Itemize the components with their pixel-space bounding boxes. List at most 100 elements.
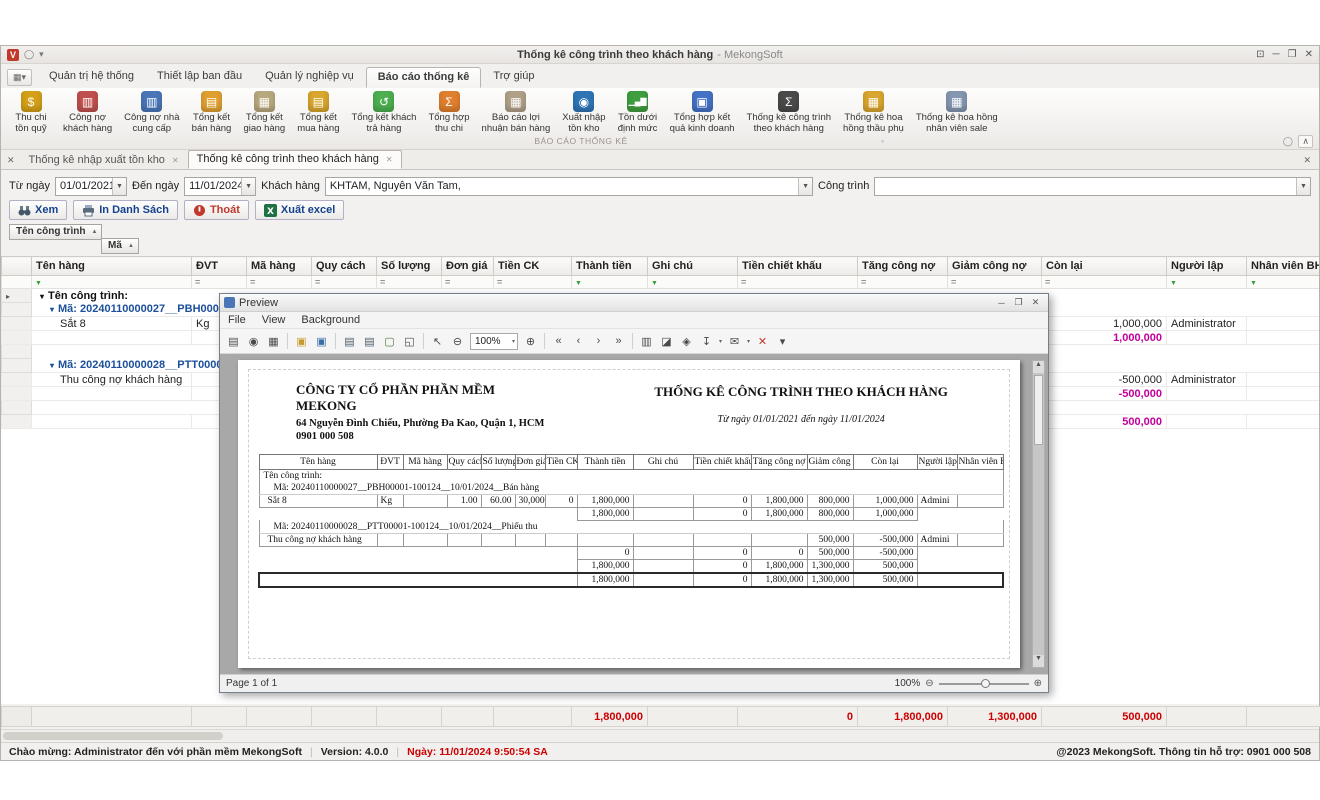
ribbon-button[interactable]: ↺Tổng kết khách trả hàng xyxy=(345,90,422,135)
project-select[interactable]: ▼ xyxy=(874,177,1311,196)
menu-tab[interactable]: Báo cáo thống kê xyxy=(366,67,482,88)
grid-filter-cell[interactable]: = xyxy=(1042,276,1167,289)
minimize-icon[interactable]: ─ xyxy=(1273,50,1280,60)
grid-column-header[interactable]: Quy cách xyxy=(312,257,377,276)
next-page-icon[interactable]: › xyxy=(589,332,608,351)
document-map-icon[interactable]: ▤ xyxy=(224,332,243,351)
close-all-tabs-icon[interactable]: ✕ xyxy=(5,155,21,169)
titlebar-circle-icon[interactable]: ◯ xyxy=(24,50,34,59)
print-icon[interactable]: ▤ xyxy=(340,332,359,351)
preview-close-icon[interactable]: ✕ xyxy=(1027,297,1044,308)
menu-tab[interactable]: Thiết lập ban đầu xyxy=(146,67,253,88)
grid-filter-cell[interactable]: = xyxy=(858,276,948,289)
preview-titlebar[interactable]: Preview ─ ❐ ✕ xyxy=(220,294,1048,312)
page-setup-icon[interactable]: ▢ xyxy=(380,332,399,351)
zoom-out-button[interactable]: ⊖ xyxy=(925,678,933,689)
close-icon[interactable]: ✕ xyxy=(1305,50,1313,60)
menu-tab[interactable]: Quản trị hệ thống xyxy=(38,67,145,88)
grid-filter-cell[interactable]: = xyxy=(377,276,442,289)
group-chip-code[interactable]: Mã▲ xyxy=(101,238,139,254)
ribbon-button[interactable]: ΣTổng hợp thu chi xyxy=(422,90,475,135)
group-expand-icon[interactable]: ▾ xyxy=(40,292,44,301)
preview-maximize-icon[interactable]: ❐ xyxy=(1010,297,1027,308)
from-date-input[interactable]: 01/01/2021▼ xyxy=(55,177,127,196)
quick-print-icon[interactable]: ▤ xyxy=(360,332,379,351)
zoom-in-icon[interactable]: ⊕ xyxy=(521,332,540,351)
menu-view[interactable]: View xyxy=(254,314,294,326)
group-chip-project[interactable]: Tên công trình▲ xyxy=(9,224,102,240)
prev-page-icon[interactable]: ‹ xyxy=(569,332,588,351)
grid-filter-cell[interactable]: ▼ xyxy=(1167,276,1247,289)
document-tab[interactable]: Thống kê nhập xuất tồn kho✕ xyxy=(21,152,187,169)
grid-column-header[interactable]: Ghi chú xyxy=(648,257,738,276)
chevron-down-icon[interactable]: ▼ xyxy=(241,178,255,195)
tab-close-icon[interactable]: ✕ xyxy=(172,156,179,165)
multi-page-icon[interactable]: ▥ xyxy=(637,332,656,351)
menu-tab[interactable]: Quản lý nghiệp vụ xyxy=(254,67,365,88)
maximize-icon[interactable]: ❐ xyxy=(1288,50,1297,60)
save-icon[interactable]: ▣ xyxy=(312,332,331,351)
watermark-icon[interactable]: ◈ xyxy=(677,332,696,351)
grid-column-header[interactable]: Tên hàng xyxy=(32,257,192,276)
scroll-down-icon[interactable]: ▼ xyxy=(1033,655,1044,667)
document-tab[interactable]: Thống kê công trình theo khách hàng✕ xyxy=(188,150,402,169)
chevron-down-icon[interactable]: ▾ xyxy=(745,338,752,345)
horizontal-scrollbar[interactable] xyxy=(1,729,1319,741)
group-expand-icon[interactable]: ▾ xyxy=(50,305,54,314)
grid-filter-cell[interactable]: = xyxy=(948,276,1042,289)
grid-filter-cell[interactable]: = xyxy=(247,276,312,289)
more-icon[interactable]: ▾ xyxy=(773,332,792,351)
ribbon-button[interactable]: ▥Công nợ nhà cung cấp xyxy=(118,90,185,135)
view-button[interactable]: Xem xyxy=(9,200,67,220)
group-expand-icon[interactable]: ▾ xyxy=(50,361,54,370)
tabstrip-close-icon[interactable]: ✕ xyxy=(1299,155,1315,169)
grid-filter-cell[interactable]: = xyxy=(192,276,247,289)
zoom-select[interactable]: 100%▾ xyxy=(470,333,518,350)
scroll-up-icon[interactable]: ▲ xyxy=(1033,361,1044,373)
chevron-down-icon[interactable]: ▼ xyxy=(798,178,812,195)
grid-column-header[interactable]: Đơn giá xyxy=(442,257,494,276)
zoom-out-icon[interactable]: ⊖ xyxy=(448,332,467,351)
ribbon-button[interactable]: ▦Báo cáo lợi nhuận bán hàng xyxy=(476,90,557,135)
ribbon-button[interactable]: ◉Xuất nhập tồn kho xyxy=(556,90,611,135)
ribbon-button[interactable]: ΣThống kê công trình theo khách hàng xyxy=(741,90,838,135)
preview-minimize-icon[interactable]: ─ xyxy=(993,298,1010,308)
grid-filter-cell[interactable]: ▼ xyxy=(648,276,738,289)
export-excel-button[interactable]: X Xuất excel xyxy=(255,200,344,220)
preview-vertical-scrollbar[interactable]: ▲ ▼ xyxy=(1032,360,1045,668)
chevron-down-icon[interactable]: ▼ xyxy=(112,178,126,195)
scrollbar-thumb[interactable] xyxy=(3,732,223,740)
first-page-icon[interactable]: « xyxy=(549,332,568,351)
grid-column-header[interactable]: ĐVT xyxy=(192,257,247,276)
page-color-icon[interactable]: ◪ xyxy=(657,332,676,351)
ribbon-button[interactable]: ▦Thống kê hoa hồng thầu phụ xyxy=(837,90,910,135)
tab-close-icon[interactable]: ✕ xyxy=(386,155,393,164)
scale-icon[interactable]: ◱ xyxy=(400,332,419,351)
grid-filter-cell[interactable]: = xyxy=(442,276,494,289)
pointer-icon[interactable]: ↖ xyxy=(428,332,447,351)
ribbon-dialog-launcher-icon[interactable]: ◦ xyxy=(881,136,884,146)
ribbon-button[interactable]: $Thu chi tồn quỹ xyxy=(5,90,57,135)
grid-column-header[interactable]: Người lập xyxy=(1167,257,1247,276)
thumbnails-icon[interactable]: ▦ xyxy=(264,332,283,351)
ribbon-button[interactable]: ▁▄▇Tồn dưới định mức xyxy=(612,90,664,135)
grid-column-header[interactable]: Số lượng xyxy=(377,257,442,276)
zoom-in-button[interactable]: ⊕ xyxy=(1034,678,1042,689)
app-menu-icon[interactable]: ▦▾ xyxy=(7,69,32,86)
ribbon-button[interactable]: ▦Thống kê hoa hồng nhân viên sale xyxy=(910,90,1004,135)
grid-column-header[interactable]: Còn lại xyxy=(1042,257,1167,276)
grid-column-header[interactable]: Tiền chiết khấu xyxy=(738,257,858,276)
customer-select[interactable]: KHTAM, Nguyễn Văn Tam,▼ xyxy=(325,177,813,196)
grid-filter-cell[interactable]: = xyxy=(312,276,377,289)
zoom-slider-thumb[interactable] xyxy=(981,679,990,688)
fullscreen-icon[interactable]: ⊡ xyxy=(1256,50,1264,60)
ribbon-button[interactable]: ▥Công nợ khách hàng xyxy=(57,90,118,135)
ribbon-button[interactable]: ▦Tổng kết giao hàng xyxy=(237,90,291,135)
to-date-input[interactable]: 11/01/2024▼ xyxy=(184,177,256,196)
export-icon[interactable]: ↧ xyxy=(697,332,716,351)
open-icon[interactable]: ▣ xyxy=(292,332,311,351)
ribbon-button[interactable]: ▤Tổng kết bán hàng xyxy=(185,90,237,135)
menu-tab[interactable]: Trợ giúp xyxy=(482,67,545,88)
grid-filter-cell[interactable]: ▼ xyxy=(32,276,192,289)
exit-button[interactable]: Thoát xyxy=(184,200,249,220)
